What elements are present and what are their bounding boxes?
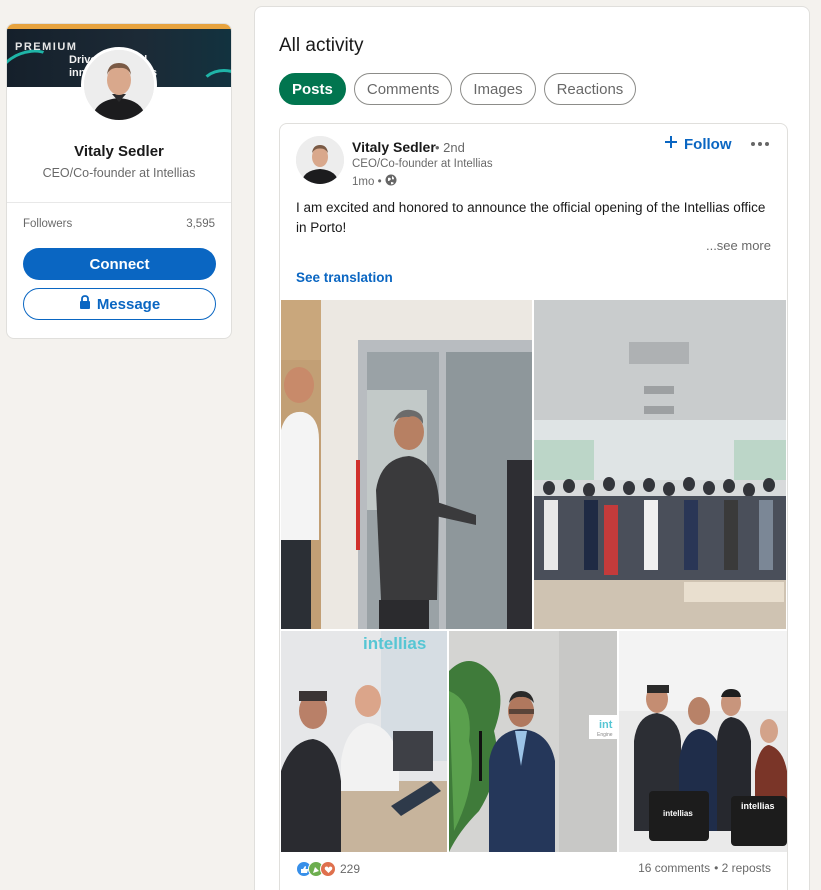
post-time: 1mo •: [352, 174, 397, 189]
post-text: I am excited and honored to announce the…: [296, 200, 766, 235]
post-card: Vitaly Sedler • 2nd CEO/Co-founder at In…: [279, 123, 788, 890]
profile-card: PREMIUM Drive ence and inn our business …: [6, 23, 232, 339]
profile-name[interactable]: Vitaly Sedler: [7, 143, 231, 160]
post-time-label: 1mo •: [352, 175, 382, 188]
see-translation-link[interactable]: See translation: [296, 270, 393, 285]
tab-reactions[interactable]: Reactions: [543, 73, 637, 105]
author-headline: CEO/Co-founder at Intellias: [352, 158, 493, 170]
profile-headline: CEO/Co-founder at Intellias: [42, 166, 196, 180]
connection-degree: • 2nd: [435, 140, 465, 155]
post-image[interactable]: int Engine: [449, 631, 617, 852]
premium-label: PREMIUM: [15, 41, 78, 53]
followers-label: Followers: [23, 218, 73, 230]
love-icon: [320, 861, 336, 877]
divider: [7, 202, 231, 203]
followers-count: 3,595: [186, 218, 215, 230]
reaction-count: 229: [340, 862, 361, 876]
message-button[interactable]: Message: [23, 288, 216, 320]
reactions-summary[interactable]: 229: [296, 861, 360, 877]
activity-section: All activity Posts Comments Images React…: [254, 6, 810, 890]
reposts-count[interactable]: • 2 reposts: [714, 861, 771, 875]
tab-comments[interactable]: Comments: [353, 73, 453, 105]
connect-button[interactable]: Connect: [23, 248, 216, 280]
social-counts: 16 comments • 2 reposts: [638, 861, 771, 875]
globe-icon: [385, 174, 397, 189]
comments-count[interactable]: 16 comments: [638, 861, 710, 875]
ellipsis-icon[interactable]: [746, 134, 774, 154]
post-image[interactable]: intellias: [281, 631, 447, 852]
see-more-link[interactable]: ...see more: [706, 238, 771, 253]
author-avatar[interactable]: [296, 136, 344, 184]
profile-avatar[interactable]: [81, 47, 157, 123]
engine-sign-text: Engine: [597, 732, 613, 738]
lock-icon: [79, 295, 91, 313]
message-button-label: Message: [96, 295, 161, 313]
post-image[interactable]: intellias intellias: [619, 631, 787, 852]
intellias-logo-text: intellias: [363, 634, 426, 653]
tab-posts[interactable]: Posts: [279, 73, 346, 105]
plus-icon: [664, 135, 678, 153]
intellias-logo-text: int: [599, 719, 613, 731]
intellias-logo-text: intellias: [741, 801, 775, 811]
follow-label: Follow: [684, 135, 732, 153]
follow-button[interactable]: Follow: [664, 135, 732, 153]
banner-decoration: [199, 69, 231, 87]
intellias-logo-text: intellias: [663, 809, 693, 818]
post-image[interactable]: [534, 300, 786, 629]
activity-tabs: Posts Comments Images Reactions: [279, 73, 637, 105]
tab-images[interactable]: Images: [460, 73, 536, 105]
section-title: All activity: [279, 35, 364, 56]
post-image[interactable]: [281, 300, 532, 629]
author-name[interactable]: Vitaly Sedler: [352, 139, 436, 155]
